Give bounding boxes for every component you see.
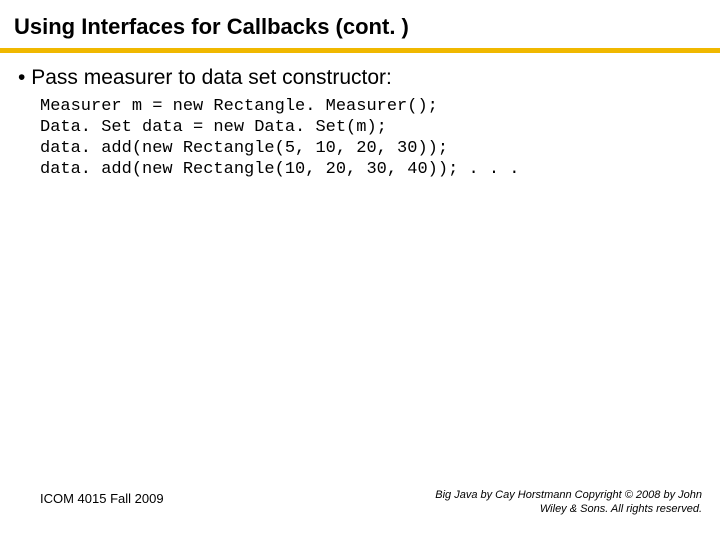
bullet-text: Pass measurer to data set constructor: (18, 66, 392, 90)
title-underline (0, 48, 720, 53)
slide: Using Interfaces for Callbacks (cont. ) … (0, 0, 720, 540)
footer-right: Big Java by Cay Horstmann Copyright © 20… (412, 488, 702, 516)
footer-left: ICOM 4015 Fall 2009 (40, 491, 164, 506)
slide-title: Using Interfaces for Callbacks (cont. ) (14, 14, 409, 40)
code-block: Measurer m = new Rectangle. Measurer(); … (40, 96, 519, 180)
